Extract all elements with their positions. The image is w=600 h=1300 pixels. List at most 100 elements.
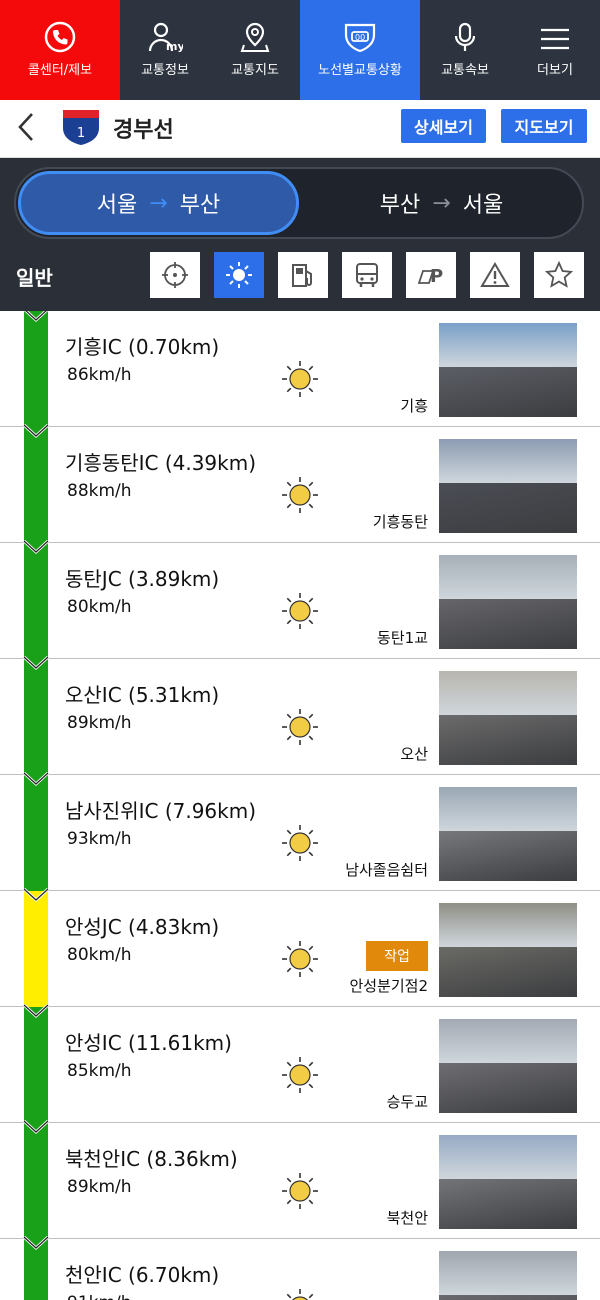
section-name: 안성JC (4.83km) (65, 915, 220, 939)
highway-shield-icon: 1 (63, 110, 99, 145)
section-name: 기흥동탄IC (4.39km) (65, 451, 257, 475)
camera-location-label: 북천안 (386, 1209, 428, 1227)
filter-weather-button[interactable] (214, 252, 264, 298)
cctv-sky (439, 1019, 577, 1063)
chevron-down-icon (22, 655, 50, 671)
congestion-status-bar (24, 311, 48, 427)
congestion-status-bar (24, 427, 48, 543)
cctv-sky (439, 439, 577, 483)
back-arrow-icon[interactable] (12, 110, 42, 144)
filter-panel: 서울 → 부산 부산 → 서울 일반 P (0, 158, 600, 311)
gas-station-icon (292, 264, 312, 287)
cctv-sky (439, 1251, 577, 1295)
nav-more[interactable]: 더보기 (510, 0, 600, 100)
cctv-sky (439, 555, 577, 599)
nav-call-center[interactable]: 콜센터/제보 (0, 0, 120, 100)
section-row[interactable]: 천안IC (6.70km) 91km/h (0, 1235, 600, 1300)
section-row[interactable]: 기흥동탄IC (4.39km) 88km/h 기흥동탄 (0, 423, 600, 543)
cctv-thumbnail[interactable] (439, 1019, 577, 1113)
filter-parking-button[interactable]: P (406, 252, 456, 298)
cctv-road (439, 1063, 577, 1113)
nav-label: 콜센터/제보 (27, 63, 93, 78)
filter-bus-button[interactable] (342, 252, 392, 298)
warning-icon (480, 262, 510, 287)
section-row[interactable]: 기흥IC (0.70km) 86km/h 기흥 (0, 311, 600, 427)
sun-icon (282, 361, 318, 397)
direction-to: 부산 (179, 193, 221, 218)
svg-text:my: my (166, 40, 183, 53)
cctv-thumbnail[interactable] (439, 323, 577, 417)
nav-route-status[interactable]: 00 노선별교통상황 (300, 0, 420, 100)
section-row[interactable]: 오산IC (5.31km) 89km/h 오산 (0, 655, 600, 775)
route-name: 경부선 (113, 118, 174, 143)
filter-gas-station-button[interactable] (278, 252, 328, 298)
section-row[interactable]: 북천안IC (8.36km) 89km/h 북천안 (0, 1119, 600, 1239)
map-view-button[interactable]: 지도보기 (501, 109, 587, 143)
section-speed: 85km/h (67, 1061, 132, 1081)
filter-warning-button[interactable] (470, 252, 520, 298)
direction-busan-seoul[interactable]: 부산 → 서울 (301, 171, 582, 235)
cctv-sky (439, 323, 577, 367)
camera-location-label: 안성분기점2 (349, 977, 428, 995)
menu-icon (541, 28, 569, 50)
cctv-road (439, 1295, 577, 1300)
direction-from: 부산 (379, 193, 421, 218)
cctv-thumbnail[interactable] (439, 555, 577, 649)
phone-icon (44, 21, 76, 53)
section-speed: 80km/h (67, 597, 132, 617)
section-row[interactable]: 동탄JC (3.89km) 80km/h 동탄1교 (0, 539, 600, 659)
sun-icon (282, 593, 318, 629)
congestion-status-bar (24, 659, 48, 775)
microphone-icon (454, 22, 476, 51)
nav-label: 더보기 (537, 63, 573, 78)
cctv-thumbnail[interactable] (439, 787, 577, 881)
chevron-down-icon (22, 887, 50, 903)
congestion-status-bar (24, 1123, 48, 1239)
filter-favorite-button[interactable] (534, 252, 584, 298)
cctv-thumbnail[interactable] (439, 439, 577, 533)
cctv-thumbnail[interactable] (439, 903, 577, 997)
sun-icon (282, 941, 318, 977)
direction-toggle: 서울 → 부산 부산 → 서울 (14, 167, 584, 239)
sun-icon (282, 709, 318, 745)
cctv-thumbnail[interactable] (439, 671, 577, 765)
camera-location-label: 기흥동탄 (372, 513, 428, 531)
section-row[interactable]: 안성IC (11.61km) 85km/h 승두교 (0, 1003, 600, 1123)
cctv-road (439, 367, 577, 417)
map-pin-icon (240, 22, 270, 52)
chevron-down-icon (22, 1003, 50, 1019)
section-name: 안성IC (11.61km) (65, 1031, 232, 1055)
nav-traffic-info[interactable]: my 교통정보 (120, 0, 210, 100)
filter-crosshair-button[interactable] (150, 252, 200, 298)
cctv-thumbnail[interactable] (439, 1251, 577, 1300)
roadwork-badge[interactable]: 작업 (366, 941, 428, 971)
chevron-down-icon (22, 1235, 50, 1251)
star-icon (544, 260, 574, 288)
route-shield-icon: 00 (344, 23, 376, 53)
cctv-thumbnail[interactable] (439, 1135, 577, 1229)
section-speed: 93km/h (67, 829, 132, 849)
chevron-down-icon (22, 1119, 50, 1135)
section-row[interactable]: 남사진위IC (7.96km) 93km/h 남사졸음쉼터 (0, 771, 600, 891)
section-row[interactable]: 안성JC (4.83km) 80km/h 작업 안성분기점2 (0, 887, 600, 1007)
crosshair-icon (162, 262, 188, 288)
chevron-down-icon (22, 771, 50, 787)
sun-icon (282, 825, 318, 861)
section-name: 북천안IC (8.36km) (65, 1147, 238, 1171)
sun-icon (226, 262, 252, 288)
congestion-status-bar (24, 543, 48, 659)
svg-text:P: P (430, 266, 443, 287)
top-nav: 콜센터/제보 my 교통정보 교통지도 00 노선별교통상황 교통속보 더보기 (0, 0, 600, 100)
sun-icon (282, 1057, 318, 1093)
detail-view-button[interactable]: 상세보기 (401, 109, 486, 143)
cctv-road (439, 483, 577, 533)
nav-traffic-news[interactable]: 교통속보 (420, 0, 510, 100)
direction-seoul-busan[interactable]: 서울 → 부산 (18, 171, 299, 235)
arrow-right-icon: → (432, 190, 451, 216)
sun-icon (282, 1173, 318, 1209)
camera-location-label: 승두교 (386, 1093, 428, 1111)
cctv-road (439, 599, 577, 649)
nav-traffic-map[interactable]: 교통지도 (210, 0, 300, 100)
sun-icon (282, 477, 318, 513)
chevron-down-icon (22, 423, 50, 439)
